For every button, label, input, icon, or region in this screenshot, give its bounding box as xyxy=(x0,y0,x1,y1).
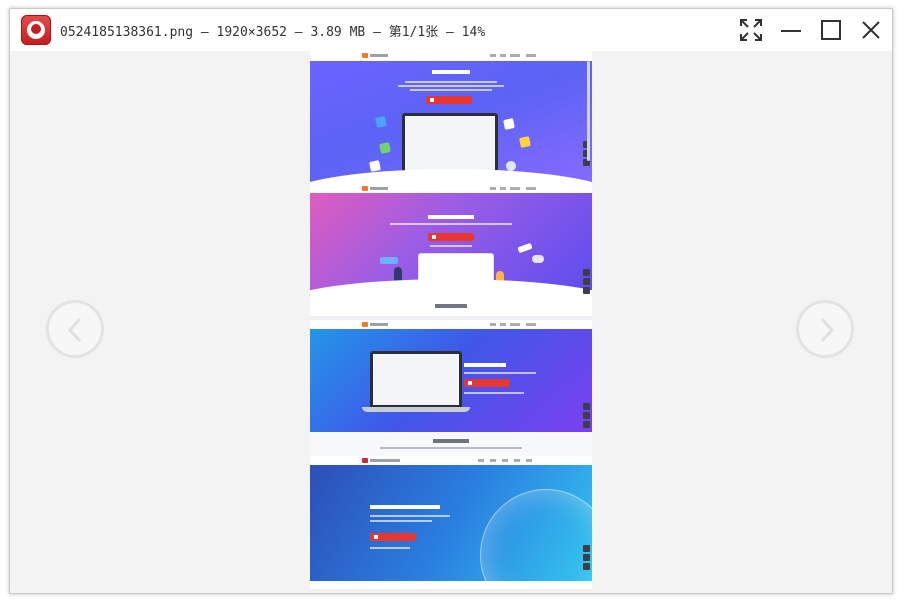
image-bottom-strip xyxy=(310,581,592,589)
image-banner-pdf-editor xyxy=(310,61,592,229)
minimize-icon xyxy=(781,30,801,32)
image-viewer-window: 0524185138361.png — 1920×3652 — 3.89 MB … xyxy=(9,8,893,594)
image-canvas[interactable] xyxy=(10,51,892,593)
image-site-header-4 xyxy=(310,456,592,465)
image-banner-pdf-reader xyxy=(310,329,592,432)
previous-image-button[interactable] xyxy=(46,300,104,358)
image-banner-ocr xyxy=(310,465,592,589)
minimize-button[interactable] xyxy=(776,15,806,45)
close-icon xyxy=(862,21,880,39)
window-title: 0524185138361.png — 1920×3652 — 3.89 MB … xyxy=(60,25,486,40)
image-banner-pdf-converter xyxy=(310,193,592,339)
image-site-header-3 xyxy=(310,320,592,329)
maximize-button[interactable] xyxy=(816,15,846,45)
maximize-icon xyxy=(821,20,841,40)
image-site-header xyxy=(310,51,592,60)
image-site-header-2 xyxy=(310,184,592,193)
displayed-image xyxy=(310,51,592,589)
chevron-right-icon xyxy=(820,317,835,343)
image-section-caption xyxy=(435,304,467,308)
image-section-footer xyxy=(310,432,592,456)
app-logo-icon xyxy=(21,15,51,45)
chevron-left-icon xyxy=(67,317,82,343)
fullscreen-button[interactable] xyxy=(736,15,766,45)
close-button[interactable] xyxy=(856,15,886,45)
title-bar[interactable]: 0524185138361.png — 1920×3652 — 3.89 MB … xyxy=(10,9,892,51)
fullscreen-icon xyxy=(740,19,762,41)
next-image-button[interactable] xyxy=(796,300,854,358)
